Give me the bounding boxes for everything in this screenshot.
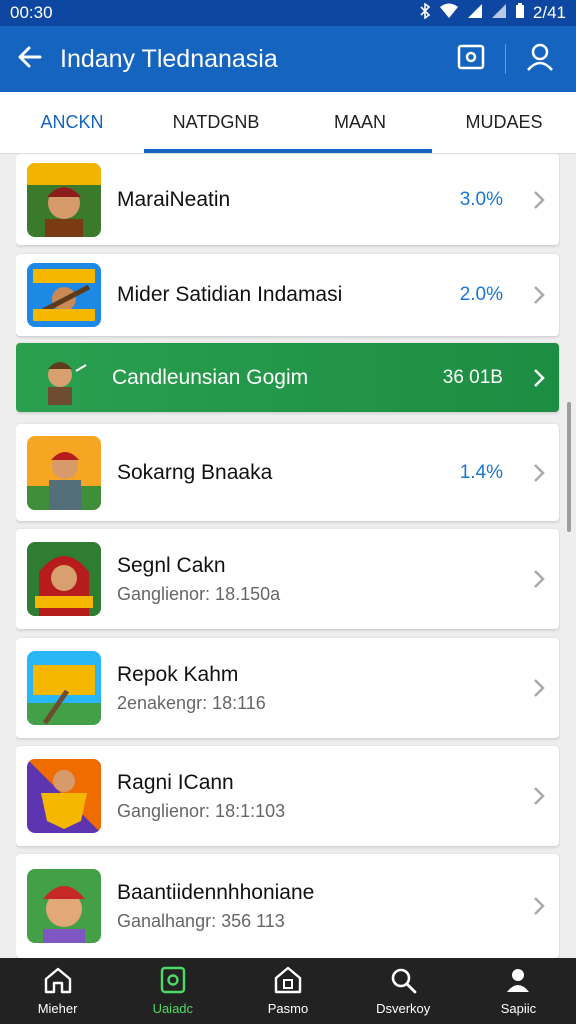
- list-item[interactable]: Repok Kahm 2enakengr: 18:116: [16, 638, 559, 738]
- arrow-left-icon: [16, 43, 44, 76]
- nav-label: Sapiic: [500, 1001, 537, 1016]
- tab-natdgnb[interactable]: NATDGNB: [144, 92, 288, 153]
- game-thumbnail: [27, 162, 101, 237]
- tablet-icon: [159, 966, 187, 997]
- nav-item-house[interactable]: Pasmo: [230, 958, 345, 1024]
- list-item[interactable]: Segnl Cakn Ganglienor: 18.150a: [16, 529, 559, 629]
- tab-label: NATDGNB: [172, 112, 260, 132]
- battery-icon: [515, 3, 525, 23]
- house-icon: [273, 966, 303, 997]
- item-title: MaraiNeatin: [117, 187, 231, 211]
- nav-item-profile[interactable]: Sapiic: [461, 958, 576, 1024]
- wifi-icon: [439, 3, 459, 23]
- nav-label: Pasmo: [267, 1001, 309, 1016]
- tab-bar: ANCKN NATDGNB MAAN MUDAES: [0, 92, 576, 154]
- home-icon: [43, 966, 73, 997]
- list-item[interactable]: Sokarng Bnaaka 1.4%: [16, 424, 559, 521]
- list-item[interactable]: Mider Satidian Indamasi 2.0%: [16, 254, 559, 336]
- list-item[interactable]: Ragni ICann Ganglienor: 18:1:103: [16, 746, 559, 846]
- list-item[interactable]: Baantiidennhhoniane Ganalhangr: 356 113: [16, 854, 559, 958]
- tab-label: ANCKN: [40, 112, 104, 132]
- item-title: Mider Satidian Indamasi: [117, 283, 343, 306]
- nav-item-tablet[interactable]: Uaiadc: [115, 958, 230, 1024]
- item-title: Repok Kahm: [117, 662, 239, 686]
- page-title: Indany Tlednanasia: [60, 44, 278, 73]
- tab-mudaes[interactable]: MUDAES: [432, 92, 576, 153]
- list-item[interactable]: MaraiNeatin 3.0%: [16, 154, 559, 245]
- chevron-right-icon: [519, 677, 559, 699]
- tab-label: MUDAES: [465, 112, 543, 132]
- game-thumbnail: [27, 263, 101, 327]
- signal-icon: [467, 3, 483, 23]
- bottom-navigation: Mieher Uaiadc Pasmo Dsverkoy Sapiic: [0, 958, 576, 1024]
- tab-maan[interactable]: MAAN: [288, 92, 432, 153]
- tablet-icon: [457, 44, 485, 75]
- item-subtitle: 2enakengr: 18:116: [117, 692, 266, 713]
- search-icon: [389, 966, 417, 997]
- chevron-right-icon: [519, 785, 559, 807]
- item-percentage: 3.0%: [459, 188, 503, 210]
- nav-label: Dsverkoy: [376, 1001, 431, 1016]
- chevron-right-icon: [519, 462, 559, 484]
- game-thumbnail: [27, 542, 101, 616]
- item-title: Baantiidennhhoniane: [117, 880, 315, 904]
- nav-label: Mieher: [37, 1001, 78, 1016]
- item-subtitle: Ganglienor: 18.150a: [117, 583, 281, 604]
- chevron-right-icon: [519, 284, 559, 306]
- chevron-right-icon: [519, 189, 559, 211]
- item-title: Ragni ICann: [117, 770, 234, 794]
- tablet-button[interactable]: [443, 26, 499, 92]
- nav-item-discover[interactable]: Dsverkoy: [346, 958, 461, 1024]
- game-thumbnail: [27, 651, 101, 725]
- tab-ancker[interactable]: ANCKN: [0, 92, 144, 153]
- nav-label: Uaiadc: [152, 1001, 194, 1016]
- profile-icon: [525, 42, 555, 77]
- app-bar-divider: [505, 44, 506, 74]
- chevron-right-icon: [519, 895, 559, 917]
- item-subtitle: Ganalhangr: 356 113: [117, 910, 285, 931]
- item-value: 36 01B: [442, 366, 503, 388]
- item-subtitle: Ganglienor: 18:1:103: [117, 800, 286, 821]
- item-title: Segnl Cakn: [117, 553, 226, 577]
- game-thumbnail: [27, 759, 101, 833]
- item-title: Sokarng Bnaaka: [117, 460, 273, 484]
- back-button[interactable]: [0, 26, 60, 92]
- game-thumbnail: [36, 351, 96, 405]
- signal-2-icon: [491, 3, 507, 23]
- item-percentage: 1.4%: [459, 461, 503, 483]
- tab-label: MAAN: [333, 112, 386, 132]
- list-item-highlighted[interactable]: Candleunsian Gogim 36 01B: [16, 343, 559, 412]
- nav-item-home[interactable]: Mieher: [0, 958, 115, 1024]
- chevron-right-icon: [519, 367, 559, 389]
- game-list: MaraiNeatin 3.0% Mider Satidian Indamasi…: [16, 154, 560, 958]
- chevron-right-icon: [519, 568, 559, 590]
- game-thumbnail: [27, 435, 101, 510]
- scrollbar[interactable]: [567, 402, 571, 532]
- status-right-text: 2/41: [532, 3, 566, 22]
- game-thumbnail: [27, 869, 101, 943]
- status-icons: 2/41: [419, 2, 566, 23]
- profile-icon: [504, 966, 532, 997]
- item-title: Candleunsian Gogim: [112, 365, 309, 389]
- status-time: 00:30: [10, 3, 53, 22]
- bluetooth-icon: [419, 2, 431, 23]
- status-bar: 00:30 2/41: [0, 0, 576, 26]
- app-bar: Indany Tlednanasia: [0, 26, 576, 92]
- item-percentage: 2.0%: [459, 284, 503, 305]
- profile-button[interactable]: [512, 26, 568, 92]
